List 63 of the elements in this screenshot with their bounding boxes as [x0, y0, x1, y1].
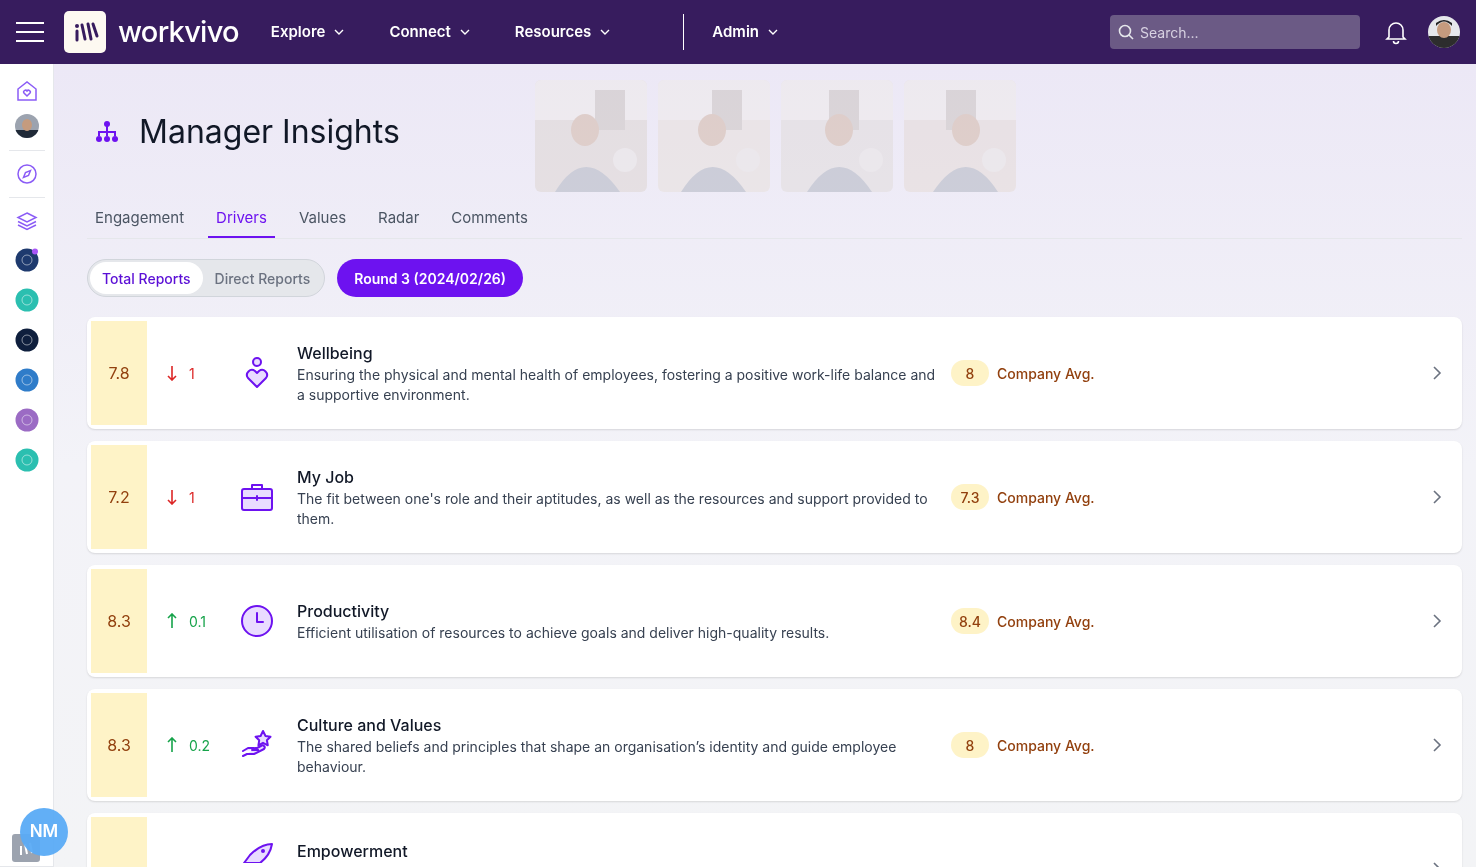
nav-menu[interactable]: Resources	[514, 20, 612, 44]
nav-menu[interactable]: Connect	[389, 20, 471, 44]
driver-description: Efficient utilisation of resources to achieve goals and deliver high-quality results.	[297, 623, 831, 643]
driver-card[interactable]: 8.3 0.2 Culture and Values The shared beliefs and principles that shape an organisation’s identity and guide employee behaviour. 8 Company Avg.	[87, 689, 1462, 801]
driver-score: 8.3	[107, 610, 131, 633]
company-average-label: Company Avg.	[997, 735, 1095, 756]
score-change: 0.2	[189, 735, 211, 756]
company-average: 8	[951, 732, 989, 758]
driver-card[interactable]: 8.3 0.1 Productivity Efficient utilisation of resources to achieve goals and deliver high-quality results. 8.4 Company Avg.	[87, 565, 1462, 677]
score-change: 0.1	[189, 611, 206, 632]
company-average: 8.4	[951, 608, 989, 634]
tab[interactable]: Values	[290, 200, 355, 238]
score-change: 1	[189, 363, 195, 384]
compass-icon[interactable]	[15, 163, 38, 185]
driver-name: Wellbeing	[297, 342, 374, 365]
driver-card[interactable]: 7.2 1 My Job The fit between one's role and their aptitudes, as well as the resources and support provided to them. 7.3 Company Avg.	[87, 441, 1462, 553]
menu-icon[interactable]	[16, 20, 44, 44]
chevron-right-icon	[1432, 489, 1442, 505]
tab[interactable]: Drivers	[208, 200, 275, 238]
driver-score: 7.2	[108, 486, 130, 509]
brand-name: workvivo	[118, 13, 239, 52]
driver-name: Productivity	[297, 600, 391, 623]
tab[interactable]: Radar	[370, 200, 428, 238]
nav-menu[interactable]: Explore	[270, 20, 346, 44]
rocket-icon	[240, 843, 274, 863]
search-field[interactable]: Search...	[1110, 15, 1360, 49]
tab[interactable]: Comments	[443, 200, 536, 238]
driver-name: My Job	[297, 466, 355, 489]
company-average-label: Company Avg.	[997, 487, 1095, 508]
round-button[interactable]: Round 3 (2024/02/26)	[337, 259, 524, 297]
driver-score: 7.8	[108, 362, 130, 385]
driver-description: The shared beliefs and principles that shape an organisation’s identity and guide employee behaviour.	[297, 737, 898, 777]
space-avatar-icon[interactable]	[14, 328, 39, 352]
org-chart-icon	[95, 120, 119, 144]
driver-description: The fit between one's role and their aptitudes, as well as the resources and support provided to them.	[297, 489, 929, 529]
space-avatar-icon[interactable]	[14, 248, 39, 272]
person-heart-icon	[243, 356, 271, 390]
score-change: 1	[189, 487, 195, 508]
driver-score: 8.3	[107, 734, 131, 757]
company-average-label: Company Avg.	[997, 611, 1095, 632]
chevron-right-icon	[1432, 737, 1442, 753]
search-icon	[1118, 24, 1134, 40]
home-heart-icon[interactable]	[15, 80, 38, 102]
company-average-label: Company Avg.	[997, 363, 1095, 384]
chevron-right-icon	[1432, 365, 1442, 381]
company-average: 8	[951, 360, 989, 386]
tab[interactable]: Engagement	[87, 200, 193, 238]
bell-icon[interactable]	[1384, 19, 1408, 45]
driver-name: Culture and Values	[297, 714, 443, 737]
briefcase-icon	[240, 481, 274, 513]
driver-card[interactable]: 7.8 1 Wellbeing Ensuring the physical and mental health of employees, fostering a positive work-life balance and a supportive environment. 8 Company Avg.	[87, 317, 1462, 429]
scope-option[interactable]: Total Reports	[90, 262, 203, 294]
driver-description: Ensuring the physical and mental health of employees, fostering a positive work-life balance and a supportive environment.	[297, 365, 937, 405]
company-average: 7.3	[951, 484, 989, 510]
clock-icon	[240, 604, 274, 638]
layers-icon[interactable]	[15, 210, 38, 232]
scope-option[interactable]: Direct Reports	[202, 262, 323, 294]
chevron-right-icon	[1432, 613, 1442, 629]
logo-icon	[64, 11, 106, 53]
driver-card[interactable]: Empowerment	[87, 813, 1462, 867]
page-title: Manager Insights	[139, 111, 400, 153]
nav-menu[interactable]: Admin	[712, 20, 779, 44]
driver-name: Empowerment	[297, 840, 409, 863]
